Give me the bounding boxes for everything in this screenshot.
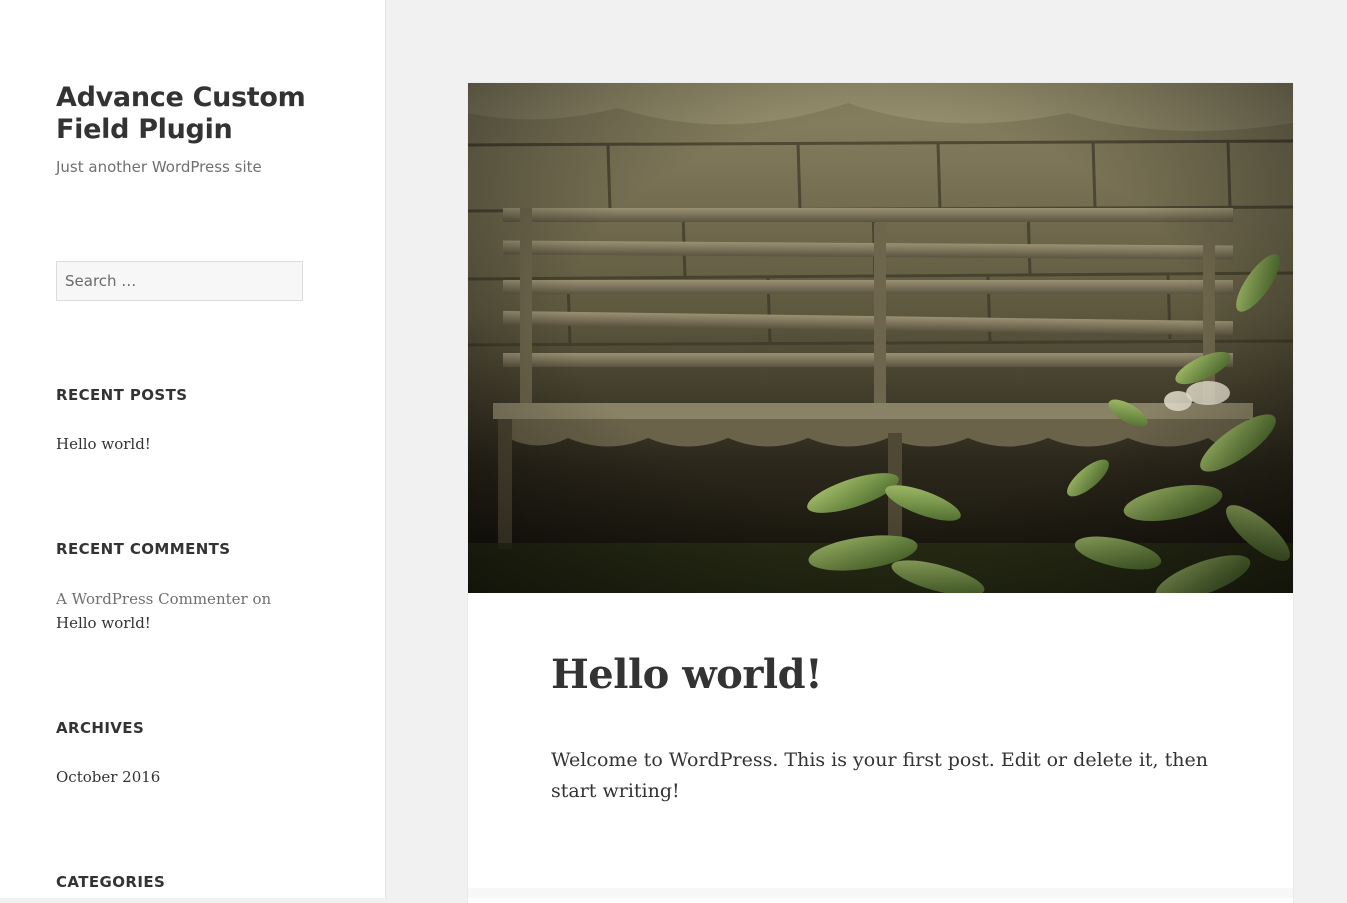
featured-image[interactable] xyxy=(468,83,1293,593)
site-title[interactable]: Advance Custom Field Plugin xyxy=(56,82,316,146)
comment-connector: on xyxy=(252,590,272,608)
comment-post-link[interactable]: Hello world! xyxy=(56,614,151,632)
recent-posts-heading: Recent Posts xyxy=(56,386,188,404)
search-input[interactable] xyxy=(56,261,303,301)
categories-heading: Categories xyxy=(56,873,166,891)
archive-link[interactable]: October 2016 xyxy=(56,765,160,789)
post-article: Hello world! Welcome to WordPress. This … xyxy=(468,83,1293,903)
recent-comments-heading: Recent Comments xyxy=(56,540,231,558)
recent-post-link[interactable]: Hello world! xyxy=(56,432,151,456)
post-footer xyxy=(468,888,1293,898)
sidebar: Advance Custom Field Plugin Just another… xyxy=(0,0,386,898)
archives-heading: Archives xyxy=(56,719,145,737)
recent-comment-item: A WordPress Commenter on Hello world! xyxy=(56,587,326,635)
post-title[interactable]: Hello world! xyxy=(551,651,823,699)
post-content: Welcome to WordPress. This is your first… xyxy=(551,749,1208,802)
comment-author-link[interactable]: A WordPress Commenter xyxy=(56,590,248,608)
site-description: Just another WordPress site xyxy=(56,158,262,176)
